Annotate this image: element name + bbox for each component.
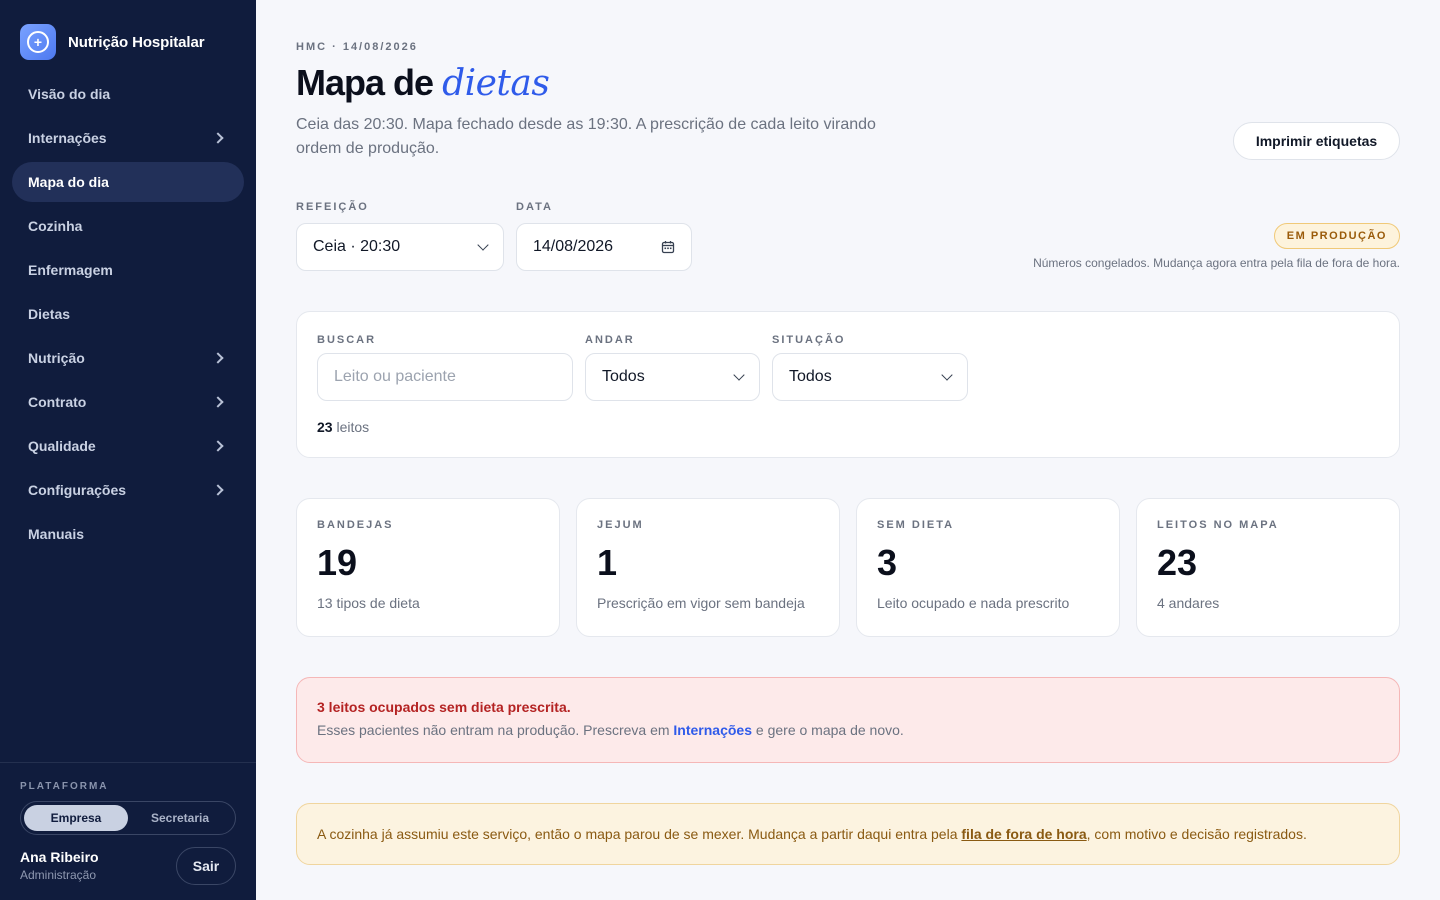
page-eyebrow: HMC · 14/08/2026 bbox=[296, 41, 418, 53]
sidebar-item-contrato[interactable]: Contrato bbox=[12, 382, 244, 422]
stat-label: BANDEJAS bbox=[317, 519, 394, 531]
alert-body: Esses pacientes não entram na produção. … bbox=[317, 722, 1379, 738]
status-note: Números congelados. Mudança agora entra … bbox=[1033, 256, 1400, 270]
chevron-down-icon bbox=[733, 369, 745, 381]
stat-description: 13 tipos de dieta bbox=[317, 595, 420, 611]
brand[interactable]: + Nutrição Hospitalar bbox=[20, 24, 205, 60]
meal-select[interactable]: Ceia · 20:30 bbox=[296, 223, 504, 271]
situation-label: SITUAÇÃO bbox=[772, 334, 846, 346]
stat-description: Prescrição em vigor sem bandeja bbox=[597, 595, 805, 611]
user-name: Ana Ribeiro bbox=[20, 849, 99, 865]
sidebar-item-internacoes[interactable]: Internações bbox=[12, 118, 244, 158]
alert-body-text: Esses pacientes não entram na produção. … bbox=[317, 722, 670, 738]
off-hours-queue-link[interactable]: fila de fora de hora bbox=[961, 826, 1086, 842]
date-input-value: 14/08/2026 bbox=[533, 238, 614, 255]
chevron-right-icon bbox=[212, 484, 224, 496]
user-role: Administração bbox=[20, 868, 97, 882]
sidebar-item-visao-do-dia[interactable]: Visão do dia bbox=[12, 74, 244, 114]
chevron-down-icon bbox=[477, 239, 489, 251]
platform-option-empresa[interactable]: Empresa bbox=[24, 805, 128, 831]
stat-card-jejum: JEJUM 1 Prescrição em vigor sem bandeja bbox=[576, 498, 840, 637]
alert-title: 3 leitos ocupados sem dieta prescrita. bbox=[317, 699, 571, 715]
print-labels-button[interactable]: Imprimir etiquetas bbox=[1233, 122, 1400, 160]
alert-text: , com motivo e decisão registrados. bbox=[1086, 826, 1307, 842]
chevron-right-icon bbox=[212, 440, 224, 452]
chevron-right-icon bbox=[212, 396, 224, 408]
sidebar-item-nutricao[interactable]: Nutrição bbox=[12, 338, 244, 378]
sidebar-item-label: Configurações bbox=[28, 482, 127, 498]
situation-select-value: Todos bbox=[789, 368, 832, 385]
chevron-down-icon bbox=[941, 369, 953, 381]
brand-logo-icon: + bbox=[20, 24, 56, 60]
search-label: BUSCAR bbox=[317, 334, 377, 346]
sidebar-footer: PLATAFORMA Empresa Secretaria Ana Ribeir… bbox=[0, 762, 256, 900]
result-count-text: leitos bbox=[336, 419, 370, 435]
sidebar-item-label: Cozinha bbox=[28, 218, 83, 234]
page-title-emphasis: dietas bbox=[442, 63, 550, 104]
production-locked-alert: A cozinha já assumiu este serviço, então… bbox=[296, 803, 1400, 865]
internacoes-link[interactable]: Internações bbox=[673, 722, 752, 738]
floor-label: ANDAR bbox=[585, 334, 635, 346]
stat-value: 23 bbox=[1157, 542, 1198, 583]
sidebar-item-label: Dietas bbox=[28, 306, 71, 322]
stat-card-bandejas: BANDEJAS 19 13 tipos de dieta bbox=[296, 498, 560, 637]
stat-card-leitos-no-mapa: LEITOS NO MAPA 23 4 andares bbox=[1136, 498, 1400, 637]
result-count-number: 23 bbox=[317, 419, 333, 435]
status-badge: EM PRODUÇÃO bbox=[1273, 223, 1400, 249]
floor-select[interactable]: Todos bbox=[585, 353, 760, 401]
sidebar-item-dietas[interactable]: Dietas bbox=[12, 294, 244, 334]
stat-description: Leito ocupado e nada prescrito bbox=[877, 595, 1070, 611]
sidebar-nav: Visão do dia Internações Mapa do dia Coz… bbox=[12, 74, 244, 558]
sidebar-item-qualidade[interactable]: Qualidade bbox=[12, 426, 244, 466]
search-input[interactable]: Leito ou paciente bbox=[317, 353, 573, 401]
sidebar-item-cozinha[interactable]: Cozinha bbox=[12, 206, 244, 246]
platform-option-secretaria[interactable]: Secretaria bbox=[128, 805, 232, 831]
page-title: Mapa de dietas bbox=[296, 62, 550, 104]
date-label: DATA bbox=[516, 201, 553, 213]
sidebar-item-configuracoes[interactable]: Configurações bbox=[12, 470, 244, 510]
alert-body-text: e gere o mapa de novo. bbox=[755, 722, 904, 738]
sidebar-item-manuais[interactable]: Manuais bbox=[12, 514, 244, 554]
sidebar-item-label: Nutrição bbox=[28, 350, 85, 366]
stat-card-sem-dieta: SEM DIETA 3 Leito ocupado e nada prescri… bbox=[856, 498, 1120, 637]
platform-label: PLATAFORMA bbox=[20, 781, 109, 792]
date-input[interactable]: 14/08/2026 bbox=[516, 223, 692, 271]
filter-panel: BUSCAR Leito ou paciente ANDAR Todos SIT… bbox=[296, 311, 1400, 458]
meal-label: REFEIÇÃO bbox=[296, 201, 369, 213]
meal-select-value: Ceia · 20:30 bbox=[313, 238, 401, 255]
sidebar-item-label: Manuais bbox=[28, 526, 85, 542]
floor-select-value: Todos bbox=[602, 368, 645, 385]
chevron-right-icon bbox=[212, 352, 224, 364]
sidebar-item-label: Mapa do dia bbox=[28, 174, 109, 190]
stat-label: LEITOS NO MAPA bbox=[1157, 519, 1279, 531]
stat-description: 4 andares bbox=[1157, 595, 1220, 611]
sidebar-item-label: Internações bbox=[28, 130, 107, 146]
brand-name: Nutrição Hospitalar bbox=[68, 33, 205, 51]
platform-switch: Empresa Secretaria bbox=[20, 801, 236, 835]
result-count: 23 leitos bbox=[317, 419, 369, 435]
sidebar-item-label: Contrato bbox=[28, 394, 87, 410]
page-title-prefix: Mapa de bbox=[296, 62, 434, 103]
stat-label: JEJUM bbox=[597, 519, 644, 531]
stat-label: SEM DIETA bbox=[877, 519, 955, 531]
stat-value: 1 bbox=[597, 542, 618, 583]
sidebar-item-label: Visão do dia bbox=[28, 86, 111, 102]
sidebar: + Nutrição Hospitalar Visão do dia Inter… bbox=[0, 0, 256, 900]
sidebar-item-mapa-do-dia[interactable]: Mapa do dia bbox=[12, 162, 244, 202]
situation-select[interactable]: Todos bbox=[772, 353, 968, 401]
page-subtitle: Ceia das 20:30. Mapa fechado desde as 19… bbox=[296, 116, 876, 157]
stat-value: 3 bbox=[877, 542, 898, 583]
search-input-placeholder: Leito ou paciente bbox=[334, 368, 456, 385]
chevron-right-icon bbox=[212, 132, 224, 144]
missing-diet-alert: 3 leitos ocupados sem dieta prescrita. E… bbox=[296, 677, 1400, 763]
stat-value: 19 bbox=[317, 542, 358, 583]
sidebar-item-label: Qualidade bbox=[28, 438, 96, 454]
sidebar-item-label: Enfermagem bbox=[28, 262, 113, 278]
alert-text: A cozinha já assumiu este serviço, então… bbox=[317, 826, 958, 842]
calendar-icon[interactable] bbox=[661, 240, 675, 254]
logout-button[interactable]: Sair bbox=[176, 847, 236, 885]
sidebar-item-enfermagem[interactable]: Enfermagem bbox=[12, 250, 244, 290]
